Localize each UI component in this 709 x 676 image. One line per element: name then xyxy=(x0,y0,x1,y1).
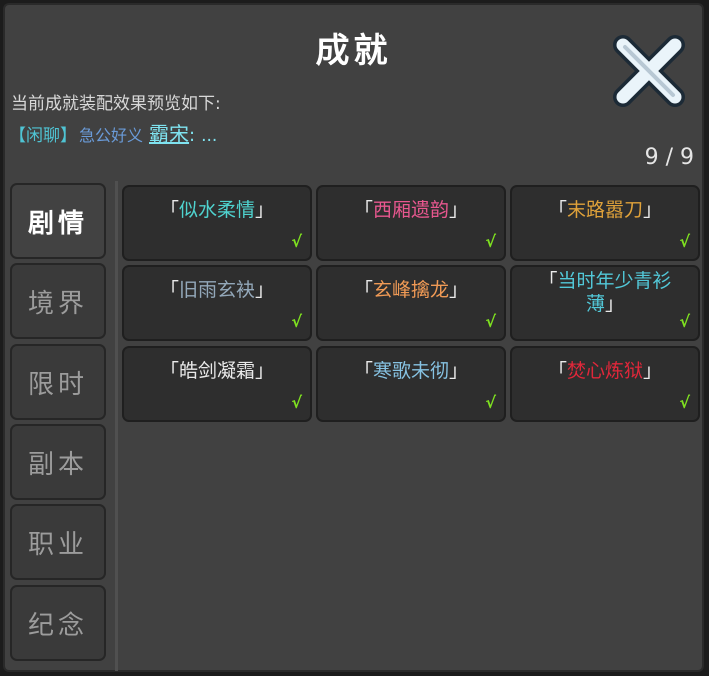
close-button[interactable] xyxy=(611,33,687,109)
tab-commemorative[interactable]: 纪念 xyxy=(10,585,106,661)
achievement-title: 「西厢遗韵」 xyxy=(330,199,492,222)
achievement-title: 「玄峰擒龙」 xyxy=(330,279,492,302)
achievement-name: 旧雨玄袂 xyxy=(178,279,255,301)
bracket-open: 「 xyxy=(547,360,567,382)
achievement-count: 9 / 9 xyxy=(644,145,694,170)
equipped-title[interactable]: 霸宋 xyxy=(149,122,189,146)
bracket-open: 「 xyxy=(159,279,179,301)
tab-limited[interactable]: 限时 xyxy=(10,344,106,420)
achievement-name: 末路嚣刀 xyxy=(566,199,643,221)
bracket-close: 」 xyxy=(255,279,275,301)
achievement-name: 寒歌未彻 xyxy=(372,360,449,382)
bracket-close: 」 xyxy=(643,360,663,382)
bracket-close: 」 xyxy=(643,199,663,221)
sidebar-divider xyxy=(115,181,118,671)
equipped-check-icon: √ xyxy=(291,393,302,412)
achievement-card[interactable]: 「玄峰擒龙」 √ xyxy=(316,265,506,341)
bracket-close: 」 xyxy=(449,360,469,382)
equipped-check-icon: √ xyxy=(679,393,690,412)
achievement-name: 焚心炼狱 xyxy=(566,360,643,382)
tab-story[interactable]: 剧情 xyxy=(10,183,106,259)
achievement-card[interactable]: 「焚心炼狱」 √ xyxy=(510,346,700,422)
equipped-check-icon: √ xyxy=(485,232,496,251)
bracket-open: 「 xyxy=(353,360,373,382)
bracket-open: 「 xyxy=(353,279,373,301)
chat-preview: 【闲聊】 急公好义 霸宋:... xyxy=(9,118,217,147)
equipped-check-icon: √ xyxy=(291,312,302,331)
achievement-card[interactable]: 「西厢遗韵」 √ xyxy=(316,185,506,261)
equipped-check-icon: √ xyxy=(679,312,690,331)
bracket-open: 「 xyxy=(538,270,558,292)
achievement-card[interactable]: 「似水柔情」 √ xyxy=(122,185,312,261)
chat-channel-tag: 【闲聊】 xyxy=(9,126,77,146)
tab-dungeon[interactable]: 副本 xyxy=(10,424,106,500)
achievement-name: 玄峰擒龙 xyxy=(372,279,449,301)
chat-message: ... xyxy=(201,126,218,146)
achievement-window: 成就 当前成就装配效果预览如下: 【闲聊】 急公好义 霸宋:... 9 / 9 剧情… xyxy=(3,3,704,672)
equipped-check-icon: √ xyxy=(291,232,302,251)
chat-colon: : xyxy=(189,125,196,146)
bracket-open: 「 xyxy=(159,199,179,221)
bracket-close: 」 xyxy=(255,199,275,221)
achievement-title: 「寒歌未彻」 xyxy=(330,360,492,383)
achievement-card[interactable]: 「寒歌未彻」 √ xyxy=(316,346,506,422)
achievement-title: 「旧雨玄袂」 xyxy=(136,279,298,302)
bracket-close: 」 xyxy=(605,293,625,315)
bracket-open: 「 xyxy=(547,199,567,221)
achievement-title: 「末路嚣刀」 xyxy=(524,199,686,222)
achievement-title: 「似水柔情」 xyxy=(136,199,298,222)
tab-profession[interactable]: 职业 xyxy=(10,504,106,580)
equipped-check-icon: √ xyxy=(485,312,496,331)
achievement-title: 「当时年少青衫薄」 xyxy=(524,270,686,316)
bracket-open: 「 xyxy=(159,360,179,382)
achievement-card[interactable]: 「皓剑凝霜」 √ xyxy=(122,346,312,422)
achievement-title: 「皓剑凝霜」 xyxy=(136,360,298,383)
bracket-close: 」 xyxy=(255,360,275,382)
preview-label: 当前成就装配效果预览如下: xyxy=(11,94,221,114)
equipped-check-icon: √ xyxy=(485,393,496,412)
achievement-card[interactable]: 「当时年少青衫薄」 √ xyxy=(510,265,700,341)
achievement-card[interactable]: 「旧雨玄袂」 √ xyxy=(122,265,312,341)
achievement-title: 「焚心炼狱」 xyxy=(524,360,686,383)
equipped-check-icon: √ xyxy=(679,232,690,251)
achievement-name: 西厢遗韵 xyxy=(372,199,449,221)
bracket-close: 」 xyxy=(449,279,469,301)
tab-realm[interactable]: 境界 xyxy=(10,263,106,339)
window-title: 成就 xyxy=(315,31,392,71)
bracket-open: 「 xyxy=(353,199,373,221)
achievement-card[interactable]: 「末路嚣刀」 √ xyxy=(510,185,700,261)
achievement-name: 似水柔情 xyxy=(178,199,255,221)
close-x-icon xyxy=(613,35,685,107)
achievement-name: 皓剑凝霜 xyxy=(178,360,255,382)
player-name[interactable]: 急公好义 xyxy=(79,126,143,145)
bracket-close: 」 xyxy=(449,199,469,221)
